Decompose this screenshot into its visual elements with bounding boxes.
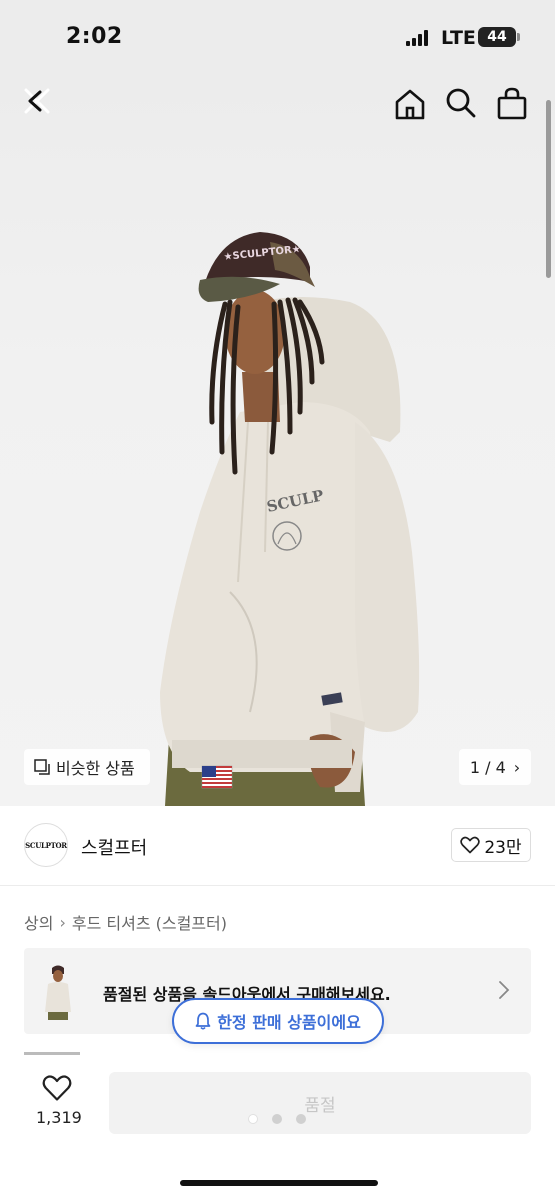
brand-name[interactable]: 스컬프터 [81, 834, 147, 860]
page-counter-text: 1 / 4 [469, 757, 506, 777]
close-icon[interactable] [22, 86, 52, 116]
scroll-indicator [546, 100, 551, 278]
wish-count: 1,319 [36, 1108, 82, 1127]
signal-icon [406, 30, 432, 46]
breadcrumb-item[interactable]: 후드 티셔츠 (스컬프터) [72, 910, 227, 934]
product-photo: SCULP ★SCULPTOR★ [160, 232, 420, 806]
breadcrumb-item[interactable]: 상의 [24, 910, 53, 934]
limited-edition-text: 한정 판매 상품이에요 [217, 1013, 361, 1032]
status-time: 2:02 [66, 24, 123, 49]
bottom-action-bar: 1,319 품절 [0, 1056, 555, 1200]
similar-products-label: 비슷한 상품 [56, 759, 135, 778]
soldout-buy-button[interactable]: 품절 [109, 1072, 531, 1134]
heart-icon [460, 836, 481, 854]
home-indicator [180, 1180, 378, 1186]
carousel-dots [248, 1114, 306, 1124]
search-icon[interactable] [445, 87, 477, 119]
brand-like-count: 23만 [484, 837, 522, 858]
chevron-right-icon: › [59, 912, 66, 932]
buy-button-label: 품절 [304, 1095, 336, 1116]
limited-edition-badge: 한정 판매 상품이에요 [172, 998, 384, 1044]
bell-icon [195, 1012, 211, 1030]
similar-products-button[interactable]: 비슷한 상품 [24, 749, 150, 785]
content-preview-edge [24, 1052, 80, 1055]
carrier-label: LTE [441, 27, 476, 49]
brand-row: SCULPTOR 스컬프터 23만 [0, 806, 555, 886]
brand-logo[interactable]: SCULPTOR [24, 823, 68, 867]
breadcrumb: 상의 › 후드 티셔츠 (스컬프터) [24, 910, 227, 934]
status-bar: 2:02 LTE 44 [0, 0, 555, 72]
carousel-dot [248, 1114, 258, 1124]
product-image-gallery[interactable]: SCULP ★SCULPTOR★ 비슷한 상품 1 / 4 › [0, 72, 555, 806]
product-thumbnail [40, 962, 76, 1020]
battery-tip [517, 33, 520, 41]
carousel-dot [296, 1114, 306, 1124]
shopping-bag-icon[interactable] [496, 86, 528, 120]
carousel-dot [272, 1114, 282, 1124]
home-icon[interactable] [393, 87, 427, 121]
image-page-counter[interactable]: 1 / 4 › [459, 749, 531, 785]
chevron-right-icon: › [513, 757, 521, 777]
brand-like-button[interactable]: 23만 [451, 828, 531, 862]
similar-items-icon [34, 759, 50, 775]
heart-icon[interactable] [42, 1074, 72, 1102]
battery-icon: 44 [478, 27, 516, 47]
chevron-right-icon [499, 981, 510, 999]
